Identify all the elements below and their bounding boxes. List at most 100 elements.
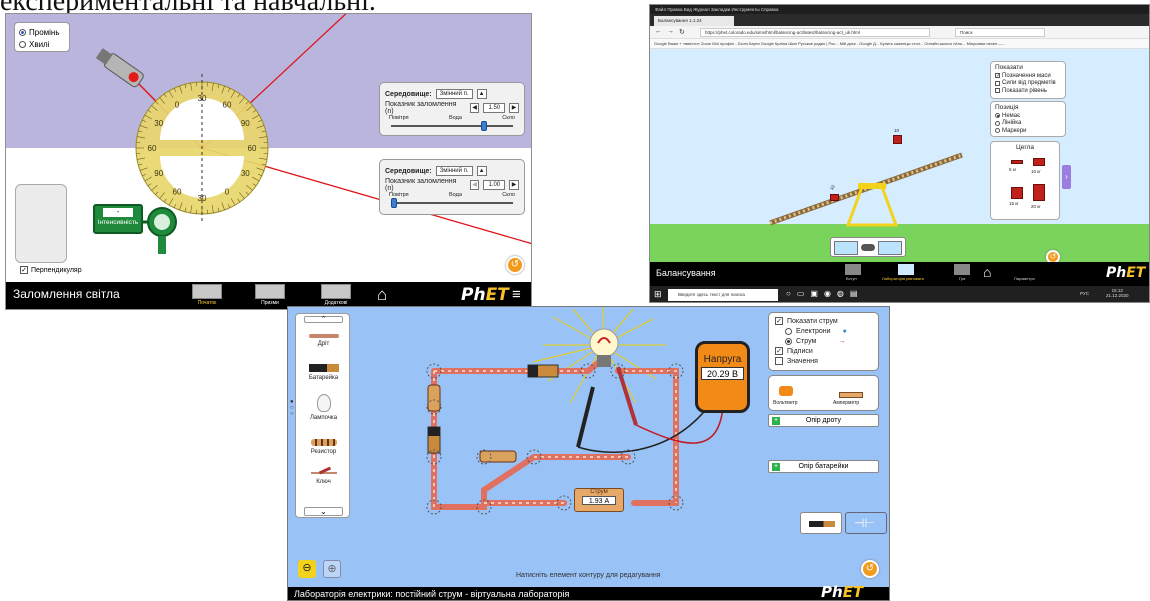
refraction-scene: 3060906030030609060300 bbox=[95, 14, 531, 254]
protractor-label: 30 bbox=[154, 119, 163, 128]
zoom-out-button[interactable]: ⊖ bbox=[298, 560, 316, 578]
tab-game[interactable]: Гра bbox=[959, 276, 965, 281]
bottom-medium-panel: Середовище: Змінний п. ▲ Показник заломлен… bbox=[379, 159, 525, 215]
reset-button[interactable]: ↺ bbox=[861, 560, 879, 578]
voltmeter-readout: 20.29 В bbox=[701, 367, 744, 380]
tray-clock[interactable]: 15:12 21.12.2020 bbox=[1106, 288, 1129, 298]
battery-resistance-accordion[interactable]: + Опір батарейки bbox=[768, 460, 879, 473]
windows-start-icon[interactable]: ⊞ bbox=[654, 289, 662, 300]
dropdown-arrow-icon[interactable]: ▲ bbox=[476, 166, 487, 176]
slider-thumb[interactable] bbox=[481, 121, 488, 131]
slider-thumb[interactable] bbox=[391, 198, 397, 208]
index-slider[interactable] bbox=[391, 198, 513, 208]
circuit-wires bbox=[431, 356, 679, 510]
radio-icon bbox=[995, 128, 1000, 134]
show-current-panel: ✓ Показати струм Електрони ● Струм → ✓ Підпи… bbox=[768, 312, 879, 371]
brick-20kg[interactable] bbox=[1033, 184, 1045, 201]
show-mass-labels-checkbox[interactable]: ✓ Позначення маси bbox=[995, 72, 1061, 80]
decrement-button[interactable]: ◀ bbox=[469, 103, 480, 113]
taskbar-search-input[interactable]: Введите здесь текст для поиска bbox=[668, 289, 778, 301]
values-checkbox[interactable]: Значення bbox=[769, 356, 878, 366]
protractor-label: 0 bbox=[175, 101, 180, 110]
position-markers-radio[interactable]: Маркери bbox=[995, 127, 1061, 135]
radio-icon bbox=[995, 113, 1000, 119]
decrement-button[interactable]: ◀ bbox=[469, 180, 480, 190]
index-slider[interactable] bbox=[391, 121, 513, 131]
tab-thumbnail bbox=[845, 264, 861, 275]
brick-15kg[interactable] bbox=[1011, 187, 1023, 199]
tab-intro[interactable]: Вступ bbox=[846, 276, 857, 281]
voltmeter-tool-icon[interactable] bbox=[779, 386, 793, 396]
sim-title: Лабораторія електрики: постійний струм -… bbox=[294, 589, 570, 599]
radio-icon bbox=[19, 40, 26, 48]
toggle-switch-icon[interactable] bbox=[861, 244, 875, 251]
sim-navbar: Заломлення світла Початок Призми Додатко… bbox=[6, 282, 531, 309]
reset-button[interactable]: ↺ bbox=[506, 256, 524, 274]
voltmeter[interactable]: Напруга 20.29 В bbox=[695, 341, 750, 413]
edit-hint: Натисніть елемент контуру для редагуванн… bbox=[516, 572, 661, 579]
phet-logo[interactable]: PhET bbox=[1106, 265, 1145, 281]
windows-taskbar: ⊞ Введите здесь текст для поиска ○▭▣◉◍▤ … bbox=[650, 286, 1149, 302]
show-current-checkbox[interactable]: ✓ Показати струм bbox=[769, 316, 878, 326]
increment-button[interactable]: ▶ bbox=[509, 180, 520, 190]
medium-dropdown[interactable]: Змінний п. bbox=[435, 89, 473, 99]
protractor-label: 60 bbox=[148, 144, 157, 153]
sim-navbar: Лабораторія електрики: постійний струм -… bbox=[288, 585, 889, 600]
home-icon[interactable]: ⌂ bbox=[377, 285, 387, 305]
balancing-sim-screenshot: Файл Правка Вид Журнал Закладки Инструме… bbox=[649, 4, 1150, 303]
tab-settings[interactable]: Параметри bbox=[1014, 276, 1035, 281]
tab-thumbnail bbox=[954, 264, 970, 275]
electron-icon: ● bbox=[842, 327, 847, 335]
phet-logo[interactable]: PhET bbox=[461, 285, 509, 305]
ammeter-tool-icon[interactable] bbox=[839, 392, 863, 398]
protractor-label: 60 bbox=[223, 101, 232, 110]
brick-10kg-floating[interactable] bbox=[893, 135, 902, 144]
menu-icon[interactable]: ≡ bbox=[512, 286, 521, 303]
home-icon[interactable]: ⌂ bbox=[983, 264, 991, 280]
labels-checkbox[interactable]: ✓ Підписи bbox=[769, 346, 878, 356]
protractor-label: 60 bbox=[248, 144, 257, 153]
position-ruler-radio[interactable]: Лінійка bbox=[995, 120, 1061, 128]
brick-10kg[interactable] bbox=[1033, 158, 1045, 166]
radio-icon bbox=[995, 120, 1000, 126]
phet-logo[interactable]: PhET bbox=[821, 585, 863, 600]
show-forces-checkbox[interactable]: Сили від предметів bbox=[995, 80, 1061, 88]
schematic-view-button[interactable]: ⊣⊢ bbox=[845, 512, 887, 534]
intensity-meter[interactable]: - Інтенсивність bbox=[93, 204, 143, 234]
current-radio[interactable]: Струм → bbox=[769, 336, 878, 346]
mode-selector: Промінь Хвилі bbox=[14, 22, 70, 52]
tab-thumbnail bbox=[321, 284, 351, 299]
taskbar-app-icons[interactable]: ○▭▣◉◍▤ bbox=[786, 289, 863, 298]
electrons-radio[interactable]: Електрони ● bbox=[769, 326, 878, 336]
mode-option-wave[interactable]: Хвилі bbox=[19, 38, 65, 50]
brick-10kg-on-plank[interactable] bbox=[830, 194, 839, 201]
show-panel: Показати ✓ Позначення маси Сили від предм… bbox=[990, 61, 1066, 99]
tab-balance-lab[interactable]: Лабораторія рівноваги bbox=[882, 276, 924, 281]
mode-option-ray[interactable]: Промінь bbox=[19, 26, 65, 38]
increment-button[interactable]: ▶ bbox=[509, 103, 520, 113]
support-toggle[interactable] bbox=[830, 237, 906, 257]
junctions bbox=[426, 363, 684, 515]
radio-icon bbox=[19, 28, 26, 36]
show-level-checkbox[interactable]: Показати рівень bbox=[995, 87, 1061, 95]
realistic-view-button[interactable] bbox=[800, 512, 842, 534]
dropdown-arrow-icon[interactable]: ▲ bbox=[476, 89, 487, 99]
medium-dropdown[interactable]: Змінний п. bbox=[435, 166, 473, 176]
next-page-icon[interactable]: › bbox=[1062, 165, 1071, 189]
tray-language[interactable]: РУС bbox=[1080, 291, 1089, 296]
brick-5kg[interactable] bbox=[1011, 160, 1023, 164]
tab-intro[interactable]: Початок bbox=[190, 284, 224, 306]
checkbox-icon: ✓ bbox=[775, 317, 783, 325]
sim-navbar: Балансування Вступ Лабораторія рівноваги… bbox=[650, 262, 1149, 286]
checkbox-icon bbox=[995, 88, 1000, 94]
zoom-in-button[interactable]: ⊕ bbox=[323, 560, 341, 578]
ammeter[interactable]: Струм 1.93 А bbox=[574, 488, 624, 512]
battery-icon bbox=[809, 521, 835, 527]
tab-prisms[interactable]: Призми bbox=[253, 284, 287, 306]
perpendicular-checkbox[interactable]: ✓ Перпендикуляр bbox=[20, 266, 82, 274]
position-none-radio[interactable]: Немає bbox=[995, 112, 1061, 120]
wire-resistance-accordion[interactable]: + Опір дроту bbox=[768, 414, 879, 427]
sim-title: Балансування bbox=[656, 268, 716, 278]
resistor-component bbox=[479, 450, 517, 463]
protractor-label: 90 bbox=[154, 169, 163, 178]
